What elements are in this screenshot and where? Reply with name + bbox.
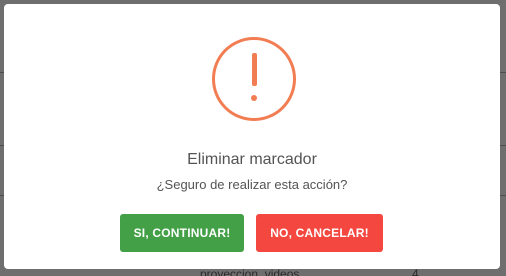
dialog-title: Eliminar marcador [187,151,317,168]
warning-exclamation-icon [212,37,296,121]
dialog-message: ¿Seguro de realizar esta acción? [156,177,348,192]
cancel-button[interactable]: NO, CANCELAR! [256,214,383,252]
confirm-button[interactable]: SI, CONTINUAR! [120,214,244,252]
confirm-delete-dialog: Eliminar marcador ¿Seguro de realizar es… [4,4,500,269]
